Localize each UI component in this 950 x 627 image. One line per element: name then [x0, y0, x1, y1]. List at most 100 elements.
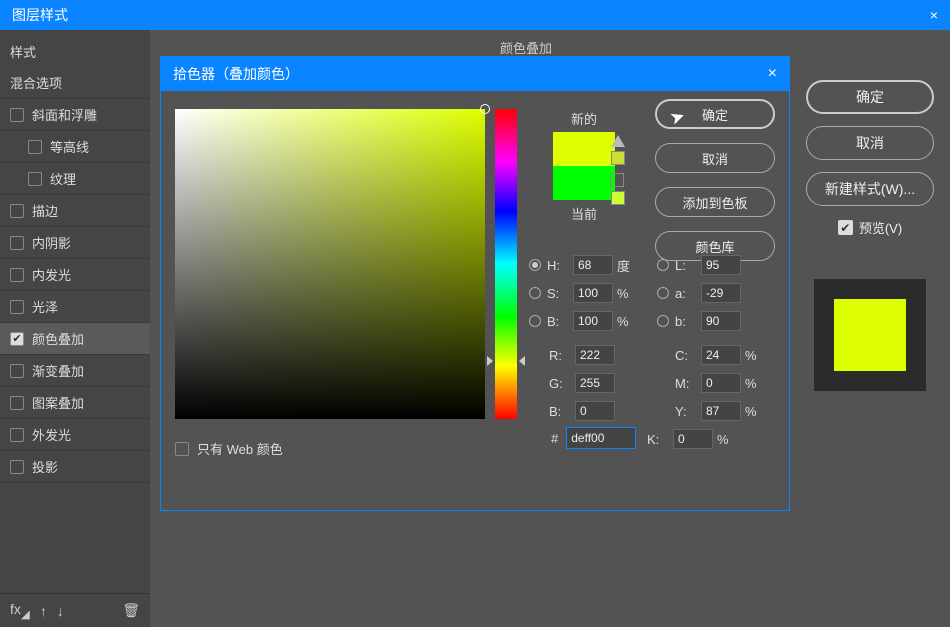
lb-radio[interactable]: [657, 315, 669, 327]
sidebar-item-4[interactable]: 内阴影: [0, 227, 150, 259]
preview-box: [814, 279, 926, 391]
add-to-swatches-button[interactable]: 添加到色板: [655, 187, 775, 217]
checkbox-icon[interactable]: ✔: [10, 332, 24, 346]
gamut-warning-icon[interactable]: [611, 135, 625, 147]
m-input[interactable]: [701, 373, 741, 393]
checkbox-icon[interactable]: [10, 300, 24, 314]
window-title-bar: 图层样式 ×: [0, 0, 950, 30]
web-colors-only-checkbox[interactable]: 只有 Web 颜色: [175, 439, 283, 458]
sidebar-header: 样式: [0, 30, 150, 67]
window-title: 图层样式: [12, 5, 68, 25]
sidebar-item-label: 纹理: [50, 169, 76, 188]
sidebar-item-label: 等高线: [50, 137, 89, 156]
hue-slider[interactable]: [495, 109, 517, 419]
l-input[interactable]: [701, 255, 741, 275]
preview-checkbox-icon: ✔: [838, 220, 853, 235]
sidebar-item-label: 外发光: [32, 425, 71, 444]
new-color-swatch[interactable]: [553, 132, 615, 166]
fx-icon[interactable]: fx◢: [10, 601, 30, 621]
close-icon[interactable]: ×: [930, 7, 938, 23]
sidebar-item-9[interactable]: 图案叠加: [0, 387, 150, 419]
sidebar-item-0[interactable]: 斜面和浮雕: [0, 99, 150, 131]
section-title: 颜色叠加: [500, 38, 552, 57]
new-style-button[interactable]: 新建样式(W)...: [806, 172, 934, 206]
b-input[interactable]: [573, 311, 613, 331]
saturation-cursor: [480, 104, 490, 114]
hex-label: #: [551, 431, 558, 446]
checkbox-icon[interactable]: [10, 428, 24, 442]
trash-icon[interactable]: 🗑: [122, 602, 140, 619]
color-picker-dialog: 拾色器（叠加颜色） × 新的 当前 确定 取消 添加到色板 颜色库 ➤ H:: [160, 56, 790, 511]
sidebar-item-label: 描边: [32, 201, 58, 220]
picker-title-bar: 拾色器（叠加颜色） ×: [161, 57, 789, 91]
s-radio[interactable]: [529, 287, 541, 299]
styles-sidebar: 样式 混合选项 斜面和浮雕等高线纹理描边内阴影内发光光泽 ✔ 颜色叠加渐变叠加图案叠…: [0, 30, 150, 627]
c-input[interactable]: [701, 345, 741, 365]
blend-options[interactable]: 混合选项: [0, 67, 150, 99]
r-input[interactable]: [575, 345, 615, 365]
h-radio[interactable]: [529, 259, 541, 271]
picker-close-icon[interactable]: ×: [768, 65, 777, 83]
sidebar-item-2[interactable]: 纹理: [0, 163, 150, 195]
sidebar-item-10[interactable]: 外发光: [0, 419, 150, 451]
picker-title: 拾色器（叠加颜色）: [173, 64, 299, 84]
lb-input[interactable]: [701, 311, 741, 331]
l-radio[interactable]: [657, 259, 669, 271]
sidebar-item-1[interactable]: 等高线: [0, 131, 150, 163]
sidebar-item-11[interactable]: 投影: [0, 451, 150, 483]
color-value-fields: H: 度 L: S: % a: B: % b: R: C: %: [529, 251, 757, 453]
checkbox-icon[interactable]: [10, 396, 24, 410]
hex-input[interactable]: [566, 427, 636, 449]
websafe-warning-icon[interactable]: [610, 173, 624, 187]
sidebar-item-label: 斜面和浮雕: [32, 105, 97, 124]
cancel-button[interactable]: 取消: [806, 126, 934, 160]
checkbox-icon[interactable]: [10, 460, 24, 474]
g-input[interactable]: [575, 373, 615, 393]
sidebar-item-label: 内阴影: [32, 233, 71, 252]
picker-cancel-button[interactable]: 取消: [655, 143, 775, 173]
b-radio[interactable]: [529, 315, 541, 327]
right-panel: 确定 取消 新建样式(W)... ✔ 预览(V): [806, 80, 934, 391]
sidebar-item-label: 颜色叠加: [32, 329, 84, 348]
s-input[interactable]: [573, 283, 613, 303]
sidebar-item-5[interactable]: 内发光: [0, 259, 150, 291]
gamut-swatch[interactable]: [611, 151, 625, 165]
arrow-up-icon[interactable]: ↑: [40, 603, 47, 619]
y-input[interactable]: [701, 401, 741, 421]
a-radio[interactable]: [657, 287, 669, 299]
k-input[interactable]: [673, 429, 713, 449]
hue-indicator-left-icon: [487, 356, 493, 366]
h-input[interactable]: [573, 255, 613, 275]
checkbox-icon[interactable]: [28, 140, 42, 154]
sidebar-item-label: 内发光: [32, 265, 71, 284]
checkbox-icon[interactable]: [10, 364, 24, 378]
sidebar-item-6[interactable]: 光泽: [0, 291, 150, 323]
sidebar-item-label: 投影: [32, 457, 58, 476]
sidebar-item-label: 图案叠加: [32, 393, 84, 412]
ok-button[interactable]: 确定: [806, 80, 934, 114]
saturation-field[interactable]: [175, 109, 485, 419]
hue-indicator-right-icon: [519, 356, 525, 366]
sidebar-item-7[interactable]: ✔ 颜色叠加: [0, 323, 150, 355]
preview-swatch: [834, 299, 906, 371]
sidebar-item-3[interactable]: 描边: [0, 195, 150, 227]
a-input[interactable]: [701, 283, 741, 303]
arrow-down-icon[interactable]: ↓: [57, 603, 64, 619]
new-label: 新的: [539, 109, 629, 128]
checkbox-icon[interactable]: [28, 172, 42, 186]
preview-label: 预览(V): [859, 218, 902, 237]
checkbox-icon: [175, 442, 189, 456]
sidebar-footer: fx◢ ↑ ↓ 🗑: [0, 593, 150, 627]
checkbox-icon[interactable]: [10, 268, 24, 282]
websafe-swatch[interactable]: [611, 191, 625, 205]
swatch-compare: 新的 当前: [539, 109, 629, 227]
checkbox-icon[interactable]: [10, 108, 24, 122]
picker-ok-button[interactable]: 确定: [655, 99, 775, 129]
sidebar-item-8[interactable]: 渐变叠加: [0, 355, 150, 387]
checkbox-icon[interactable]: [10, 204, 24, 218]
current-color-swatch[interactable]: [553, 166, 615, 200]
checkbox-icon[interactable]: [10, 236, 24, 250]
preview-checkbox-row[interactable]: ✔ 预览(V): [806, 218, 934, 237]
blue-input[interactable]: [575, 401, 615, 421]
current-label: 当前: [539, 204, 629, 223]
